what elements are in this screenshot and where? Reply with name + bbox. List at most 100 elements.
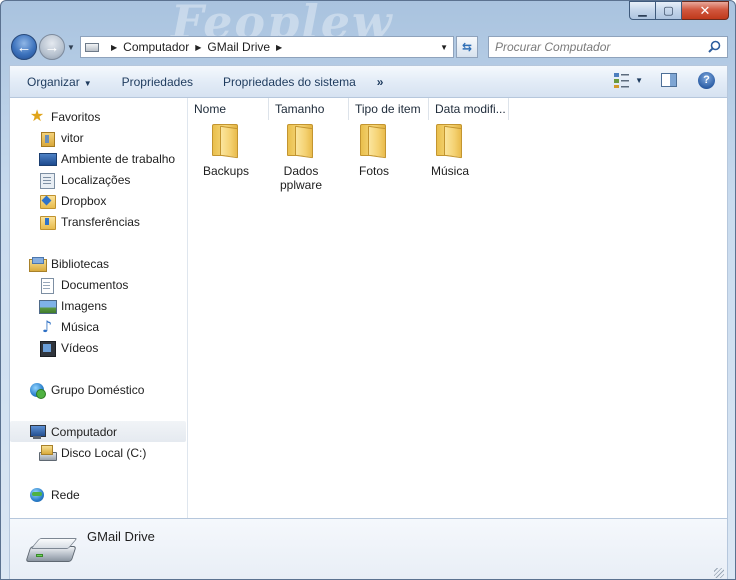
file-list[interactable]: Nome Tamanho Tipo de item Data modifi...… [188,98,727,518]
breadcrumb-chevron-icon[interactable]: ▶ [111,43,117,52]
maximize-button[interactable]: ▢ [656,1,682,20]
sidebar-item-grupo-domestico[interactable]: Grupo Doméstico [10,379,186,400]
dropbox-folder-icon [39,193,56,209]
search-input[interactable] [495,40,695,54]
title-bar: Feoplew ▁ ▢ ✕ [1,1,735,49]
sidebar-item-label: Grupo Doméstico [51,382,145,397]
sidebar-item-label: Disco Local (C:) [61,445,147,460]
details-title: GMail Drive [87,529,155,544]
forward-button[interactable]: → [39,34,65,60]
sidebar-item-label: Localizações [61,172,131,187]
sidebar-item-disco-local[interactable]: Disco Local (C:) [10,442,186,463]
sidebar-item-bibliotecas[interactable]: Bibliotecas [10,253,186,274]
column-header-size[interactable]: Tamanho [269,98,349,120]
local-disk-icon [39,444,57,461]
search-icon[interactable] [708,40,721,53]
sidebar-item-ambiente-de-trabalho[interactable]: Ambiente de trabalho [10,148,186,169]
sidebar-item-videos[interactable]: Vídeos [10,337,186,358]
sidebar-item-label: vitor [61,130,84,145]
drive-icon [85,42,99,52]
folder-item-musica[interactable]: Música [412,122,488,178]
sidebar-item-transferencias[interactable]: Transferências [10,211,186,232]
details-pane: GMail Drive [9,519,728,579]
folder-item-backups[interactable]: Backups [188,122,264,178]
folder-item-fotos[interactable]: Fotos [336,122,412,178]
properties-button[interactable]: Propriedades [107,75,208,89]
folder-item-dados-pplware[interactable]: Dados pplware [264,122,338,192]
preview-pane-icon[interactable] [661,73,677,87]
folder-icon [287,124,315,159]
column-header-date-modified[interactable]: Data modifi... [429,98,509,120]
folder-name: Música [430,164,469,178]
user-folder-icon [39,130,55,147]
organize-menu[interactable]: Organizar ▼ [10,75,107,89]
sidebar-item-vitor[interactable]: vitor [10,127,186,148]
organize-label: Organizar [27,74,80,89]
drive-icon [25,534,78,564]
music-note-icon: ♪ [41,316,53,336]
libraries-icon [29,256,47,272]
back-button[interactable]: ← [11,34,37,60]
change-view-icon[interactable] [613,71,631,89]
address-dropdown-icon[interactable]: ▼ [440,43,448,52]
content-area: ★ Favoritos vitor Ambiente de trabalho L… [9,97,728,519]
command-bar: Organizar ▼ Propriedades Propriedades do … [9,65,728,97]
breadcrumb-gmail-drive[interactable]: GMail Drive [207,40,270,54]
sidebar-item-label: Música [61,319,100,334]
sidebar-item-label: Dropbox [61,193,107,208]
sidebar-item-label: Imagens [61,298,108,313]
folder-icon [212,124,240,159]
arrow-right-icon: → [44,38,60,56]
sidebar-item-label: Bibliotecas [51,256,110,271]
chevron-down-icon: ▼ [83,78,92,88]
resize-grip-icon[interactable] [714,568,724,578]
refresh-button[interactable]: ⇆ [456,36,478,58]
documents-icon [39,277,55,294]
close-button[interactable]: ✕ [682,1,729,20]
sidebar-item-label: Transferências [61,214,140,229]
folder-name: Dados pplware [279,164,323,192]
minimize-button[interactable]: ▁ [629,1,656,20]
breadcrumb-computador[interactable]: Computador [123,40,189,54]
navigation-bar: ← → ▼ ▶ Computador ▶ GMail Drive ▶ ▼ ⇆ [1,31,735,63]
help-icon[interactable]: ? [698,71,715,89]
column-header-type[interactable]: Tipo de item [349,98,429,120]
view-options-dropdown-icon[interactable]: ▼ [635,76,643,85]
sidebar-item-label: Ambiente de trabalho [61,151,176,166]
sidebar-item-documentos[interactable]: Documentos [10,274,186,295]
breadcrumb-chevron-icon[interactable]: ▶ [195,43,201,52]
search-box[interactable] [488,36,728,58]
pictures-icon [39,298,57,314]
star-icon: ★ [29,107,45,125]
sidebar-item-label: Documentos [61,277,129,292]
folder-icon [436,124,464,159]
film-strip-icon [39,340,56,357]
sidebar-item-favoritos[interactable]: ★ Favoritos [10,106,186,127]
homegroup-icon [29,382,46,399]
sidebar-item-label: Rede [51,487,80,502]
navigation-pane[interactable]: ★ Favoritos vitor Ambiente de trabalho L… [10,98,188,518]
sidebar-item-label: Computador [51,424,118,439]
column-headers: Nome Tamanho Tipo de item Data modifi... [188,98,509,120]
folder-name: Backups [202,164,250,178]
sidebar-item-dropbox[interactable]: Dropbox [10,190,186,211]
breadcrumb-chevron-icon[interactable]: ▶ [276,43,282,52]
address-bar[interactable]: ▶ Computador ▶ GMail Drive ▶ ▼ [80,36,454,58]
folder-icon [360,124,388,159]
sidebar-item-imagens[interactable]: Imagens [10,295,186,316]
computer-icon [29,424,46,440]
sidebar-item-label: Favoritos [51,109,101,124]
sidebar-item-rede[interactable]: Rede [10,484,186,505]
more-commands-button[interactable]: » [371,75,390,89]
sidebar-item-musica[interactable]: ♪ Música [10,316,186,337]
sidebar-item-computador[interactable]: Computador [10,421,186,442]
sidebar-item-label: Vídeos [61,340,99,355]
view-controls: ▼ ? [613,71,715,89]
desktop-icon [39,151,57,167]
recent-pages-dropdown[interactable]: ▼ [67,43,75,52]
sidebar-item-localizacoes[interactable]: Localizações [10,169,186,190]
column-header-name[interactable]: Nome [188,98,269,120]
system-properties-button[interactable]: Propriedades do sistema [208,75,371,89]
arrow-left-icon: ← [16,38,32,56]
recent-places-icon [39,172,55,189]
